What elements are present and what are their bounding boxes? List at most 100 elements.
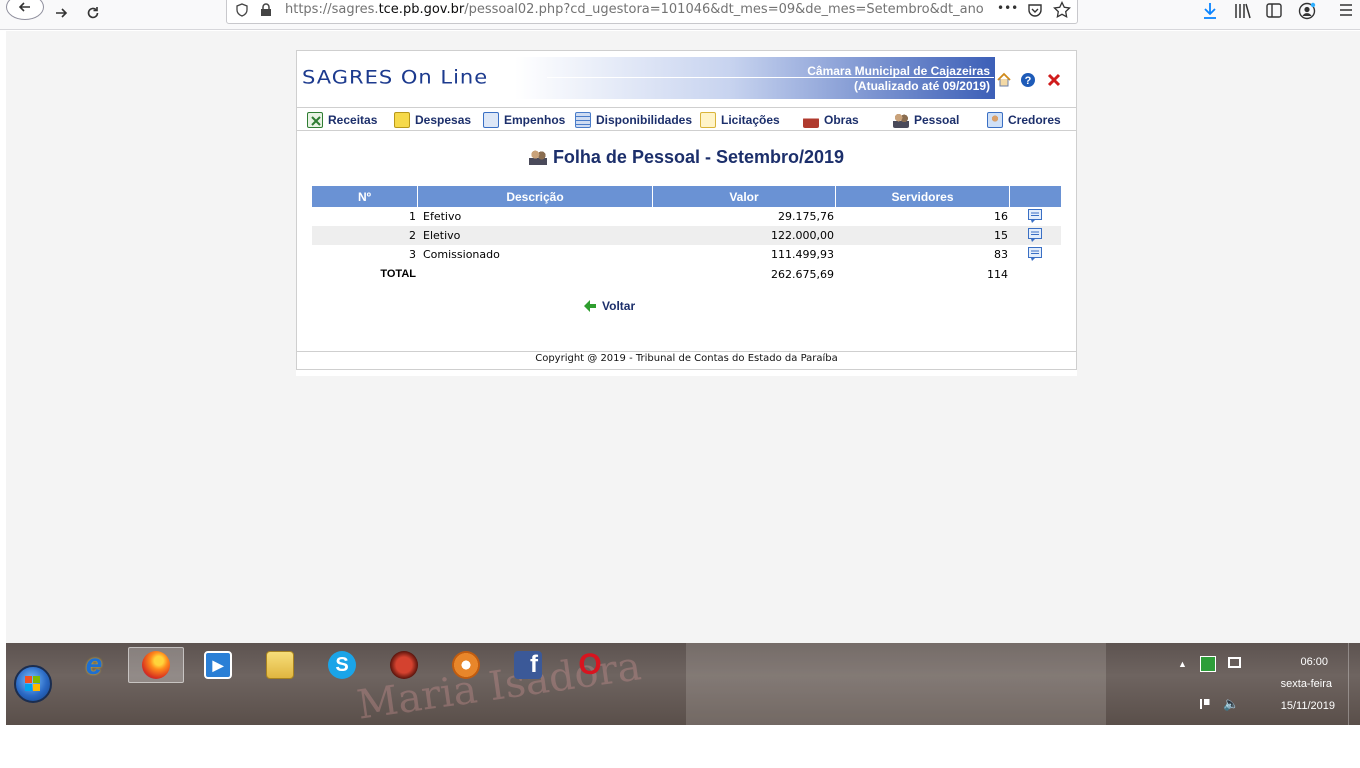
screen: https://sagres.tce.pb.gov.br/pessoal02.p… (0, 0, 1360, 768)
menu-empenhos[interactable]: Empenhos (483, 111, 565, 129)
taskbar-app-media-player[interactable]: ▶ (190, 647, 246, 683)
taskbar: Maria Isadora e ▶ S f O ▲ 🔈 06:00 sexta-… (6, 643, 1360, 725)
site-header: SAGRES On Line Câmara Municipal de Cajaz… (297, 57, 1076, 101)
details-icon[interactable] (1028, 247, 1043, 261)
bookmark-star-icon[interactable] (1053, 1, 1071, 19)
back-button[interactable] (6, 0, 44, 20)
site-bottom-strip (296, 370, 1077, 376)
total-valor: 262.675,69 (771, 268, 834, 281)
clock-day[interactable]: sexta-feira (1281, 678, 1332, 690)
spreadsheet-icon (307, 112, 323, 128)
header-numero: Nº (312, 186, 418, 207)
table-row: 2 Eletivo 122.000,00 15 (312, 226, 1061, 245)
forward-button[interactable] (50, 0, 72, 26)
menu-pessoal[interactable]: Pessoal (893, 111, 959, 129)
facebook-icon: f (514, 651, 542, 679)
menu-credores[interactable]: Credores (987, 111, 1061, 129)
ledger-icon (575, 112, 591, 128)
close-icon[interactable] (1046, 72, 1062, 88)
url-text[interactable]: https://sagres.tce.pb.gov.br/pessoal02.p… (285, 2, 985, 17)
cell-descricao: Eletivo (423, 229, 461, 242)
arrow-left-icon (18, 2, 30, 12)
shield-icon (236, 3, 248, 17)
back-label: Voltar (602, 299, 636, 313)
page-viewport: SAGRES On Line Câmara Municipal de Cajaz… (6, 31, 1360, 643)
cell-descricao: Efetivo (423, 210, 462, 223)
media-player-icon: ▶ (204, 651, 232, 679)
taskbar-app-file-explorer[interactable] (252, 647, 308, 683)
menu-label: Empenhos (504, 113, 566, 127)
menu-label: Obras (824, 113, 859, 127)
document-icon (394, 112, 410, 128)
cell-servidores: 16 (994, 210, 1008, 223)
home-icon[interactable] (996, 72, 1012, 88)
menu-licitacoes[interactable]: Licitações (700, 111, 780, 129)
cell-numero: 2 (409, 229, 416, 242)
taskbar-app-opera[interactable]: O (562, 647, 618, 683)
taskbar-app-firefox[interactable] (128, 647, 184, 683)
taskbar-app-internet-explorer[interactable]: e (66, 647, 122, 683)
page-title-text: Folha de Pessoal - Setembro/2019 (552, 147, 845, 167)
start-button[interactable] (14, 665, 52, 703)
organization-name: Câmara Municipal de Cajazeiras (807, 64, 990, 78)
hamburger-menu-icon[interactable] (1339, 4, 1353, 16)
screen-bottom-margin (0, 725, 1360, 768)
action-center-flag-icon[interactable] (1200, 699, 1210, 709)
menu-obras[interactable]: Obras (803, 111, 859, 129)
menu-label: Disponibilidades (596, 113, 693, 127)
cell-valor: 111.499,93 (771, 248, 834, 261)
people-icon (528, 149, 547, 165)
site-container: SAGRES On Line Câmara Municipal de Cajaz… (296, 50, 1077, 370)
page-actions-button[interactable]: ••• (997, 1, 1018, 15)
internet-explorer-icon: e (85, 648, 103, 681)
cell-servidores: 83 (994, 248, 1008, 261)
clock-time[interactable]: 06:00 (1300, 656, 1328, 668)
taskbar-app-recorder[interactable] (376, 647, 432, 683)
svg-text:?: ? (1025, 75, 1032, 87)
menu-label: Receitas (328, 113, 378, 127)
taskbar-app-settings[interactable] (438, 647, 494, 683)
people-icon (893, 112, 909, 128)
download-icon[interactable] (1202, 2, 1218, 20)
cell-valor: 29.175,76 (778, 210, 834, 223)
reload-icon (87, 7, 99, 19)
details-icon[interactable] (1028, 209, 1043, 223)
network-icon[interactable] (1200, 656, 1216, 672)
reload-button[interactable] (82, 0, 104, 26)
url-bar[interactable]: https://sagres.tce.pb.gov.br/pessoal02.p… (226, 0, 1078, 24)
main-menu: Receitas Despesas Empenhos Disponibilida… (297, 107, 1076, 131)
lock-icon (261, 3, 271, 16)
skype-icon: S (328, 651, 356, 679)
menu-disponibilidades[interactable]: Disponibilidades (575, 111, 692, 129)
menu-despesas[interactable]: Despesas (394, 111, 471, 129)
cell-valor: 122.000,00 (771, 229, 834, 242)
recorder-icon (390, 651, 418, 679)
taskbar-app-skype[interactable]: S (314, 647, 370, 683)
site-logo[interactable]: SAGRES On Line (302, 66, 488, 88)
header-valor: Valor (653, 186, 836, 207)
sidebar-icon[interactable] (1266, 3, 1282, 18)
creditors-icon (987, 112, 1003, 128)
pencil-document-icon (483, 112, 499, 128)
details-icon[interactable] (1028, 228, 1043, 242)
taskbar-app-facebook[interactable]: f (500, 647, 556, 683)
library-icon[interactable] (1234, 3, 1252, 19)
system-tray: ▲ 🔈 06:00 sexta-feira 15/11/2019 (1170, 643, 1360, 725)
show-desktop-button[interactable] (1348, 643, 1360, 725)
clock-date[interactable]: 15/11/2019 (1281, 700, 1335, 712)
account-icon[interactable] (1298, 2, 1316, 20)
folder-icon (266, 651, 294, 679)
update-status: (Atualizado até 09/2019) (853, 79, 990, 93)
help-icon[interactable]: ? (1020, 72, 1036, 88)
menu-receitas[interactable]: Receitas (307, 111, 377, 129)
table-row: 1 Efetivo 29.175,76 16 (312, 207, 1061, 226)
cell-numero: 3 (409, 248, 416, 261)
table-row: 3 Comissionado 111.499,93 83 (312, 245, 1061, 264)
pocket-icon[interactable] (1027, 2, 1043, 18)
gear-icon (452, 651, 480, 679)
show-hidden-icons-button[interactable]: ▲ (1178, 659, 1187, 669)
back-link[interactable]: Voltar (583, 298, 635, 314)
display-icon[interactable] (1228, 657, 1241, 668)
volume-icon[interactable]: 🔈 (1223, 696, 1239, 712)
header-servidores: Servidores (836, 186, 1010, 207)
